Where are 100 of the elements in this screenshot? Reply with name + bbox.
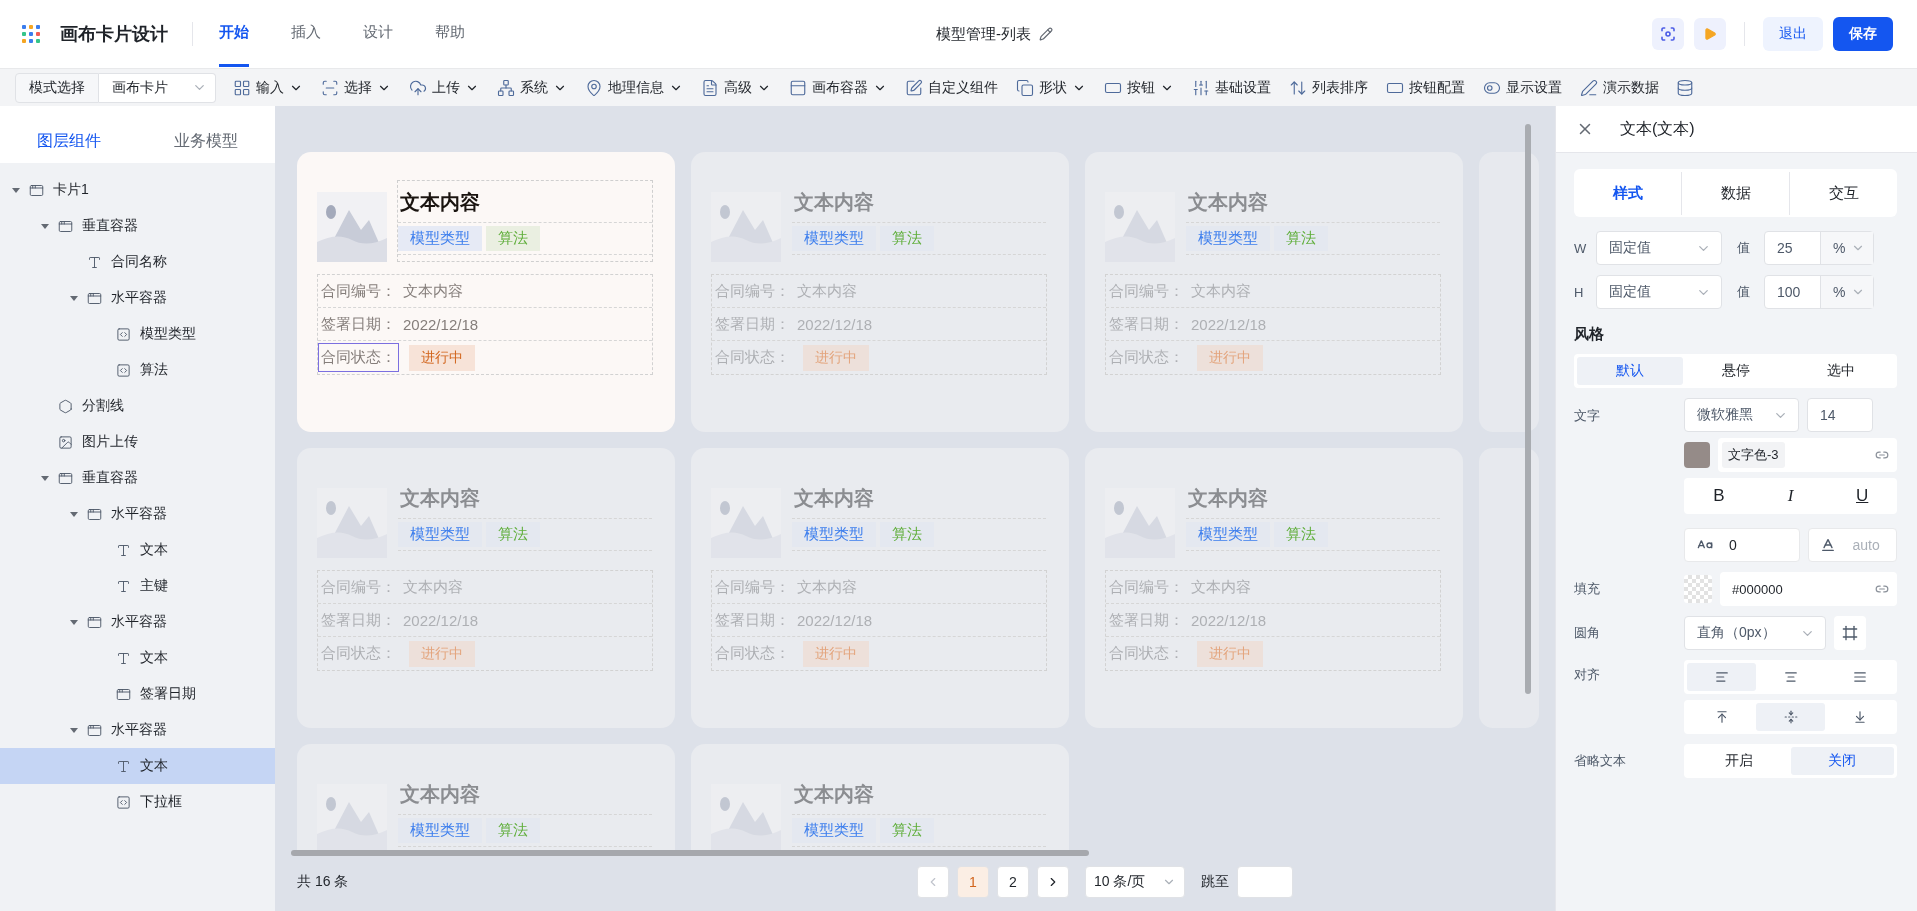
line-height-field[interactable]: auto [1807,528,1897,562]
page-size-select[interactable]: 10 条/页 [1085,866,1185,898]
edit-icon[interactable] [1039,27,1053,41]
mode-select[interactable]: 画布卡片 [99,72,216,103]
link-icon[interactable] [1875,582,1889,596]
fill-field[interactable]: #000000 [1720,572,1897,606]
text-icon [116,650,131,666]
align-left-button[interactable] [1687,663,1756,691]
tree-item[interactable]: 垂直容器 [0,460,275,496]
fill-value: #000000 [1731,581,1783,597]
color-field[interactable]: 文字色-3 [1718,438,1897,472]
tree-item[interactable]: 分割线 [0,388,275,424]
toolbar-item[interactable]: 自定义组件 [896,72,1007,103]
size-mode-select[interactable]: 固定值 [1596,275,1722,309]
menu-tab[interactable]: 帮助 [435,1,465,67]
scrollbar[interactable] [291,850,1089,856]
size-mode-select[interactable]: 固定值 [1596,231,1722,265]
caret-icon[interactable] [70,726,78,734]
jump-input[interactable] [1237,866,1293,898]
scrollbar[interactable] [1525,124,1531,694]
toolbar-item[interactable]: 演示数据 [1571,72,1668,103]
panel-tab[interactable]: 交互 [1790,171,1897,215]
tag: 算法 [880,522,934,547]
toolbar-item[interactable]: 按钮配置 [1377,72,1474,103]
state-tab[interactable]: 选中 [1788,357,1894,385]
tree-item[interactable]: 卡片1 [0,172,275,208]
caret-icon[interactable] [70,510,78,518]
toolbar-item[interactable]: 基础设置 [1183,72,1280,103]
tree-item[interactable]: 签署日期 [0,676,275,712]
caret-icon[interactable] [70,294,78,302]
toolbar-item[interactable]: 输入 [224,72,312,103]
corner-button[interactable] [1834,616,1866,650]
state-tab[interactable]: 悬停 [1682,357,1789,385]
toolbar-item[interactable]: 按钮 [1095,72,1183,103]
font-select[interactable]: 微软雅黑 [1684,398,1799,432]
sidebar-tab[interactable]: 业务模型 [137,131,275,163]
state-tab[interactable]: 默认 [1577,357,1683,385]
toolbar-item[interactable]: 地理信息 [576,72,692,103]
toolbar-item[interactable]: 画布容器 [780,72,896,103]
grid-icon [233,78,251,97]
align-middle-button[interactable] [1756,703,1825,731]
panel-tab[interactable]: 数据 [1682,171,1790,215]
card[interactable]: 文本内容 模型类型 算法 合同编号： 文本内容 签署日期： 2022/12/18 合同状态： 进行中 [297,152,675,432]
menu-tab[interactable]: 插入 [291,1,321,67]
field-icon [116,326,131,342]
toggle-option[interactable]: 关闭 [1790,747,1894,775]
font-size-input[interactable]: 14 [1807,398,1873,432]
radius-select[interactable]: 直角（0px） [1684,616,1826,650]
tree-item[interactable]: 水平容器 [0,280,275,316]
sort-icon [1289,78,1307,97]
toolbar-item[interactable]: 上传 [400,72,488,103]
tree-item[interactable]: 算法 [0,352,275,388]
tag: 模型类型 [398,818,482,843]
field-label: 合同状态： [320,643,397,663]
transparent-swatch[interactable] [1684,575,1712,603]
format-button[interactable]: I [1758,481,1823,511]
tree-item[interactable]: 合同名称 [0,244,275,280]
toolbar-item[interactable]: 高级 [692,72,780,103]
caret-icon[interactable] [41,474,49,482]
format-button[interactable]: B [1687,481,1751,511]
save-button[interactable]: 保存 [1833,17,1893,51]
tree-item[interactable]: 模型类型 [0,316,275,352]
caret-icon[interactable] [12,186,20,194]
sidebar-tab[interactable]: 图层组件 [0,131,138,163]
toolbar-item[interactable]: 列表排序 [1280,72,1377,103]
field-value: 文本内容 [403,281,463,301]
caret-icon[interactable] [41,222,49,230]
tree-item[interactable]: 下拉框 [0,784,275,820]
caret-icon[interactable] [70,618,78,626]
tree-item[interactable]: 主键 [0,568,275,604]
letter-spacing-field[interactable]: 0 [1684,528,1800,562]
tree-item[interactable]: 图片上传 [0,424,275,460]
color-swatch[interactable] [1684,442,1710,468]
menu-tab[interactable]: 设计 [363,1,393,67]
toolbar-item[interactable]: 选择 [312,72,400,103]
tree-item[interactable]: 水平容器 [0,604,275,640]
card-title: 文本内容 [1187,486,1269,511]
toolbar-item[interactable]: 形状 [1007,72,1095,103]
format-button[interactable]: U [1830,481,1894,511]
toolbar-item[interactable]: 显示设置 [1474,72,1571,103]
container-icon [58,470,73,486]
tree-item[interactable]: 水平容器 [0,712,275,748]
map-pin-icon [585,78,603,97]
axis-label: H [1574,284,1585,300]
toggle-option[interactable]: 开启 [1687,747,1791,775]
panel-tab[interactable]: 样式 [1574,171,1682,215]
focus-button[interactable] [1652,18,1684,50]
tree-item[interactable]: 文本 [0,532,275,568]
tree-item[interactable]: 文本 [0,640,275,676]
toolbar-item[interactable]: 系统 [488,72,576,103]
exit-button[interactable]: 退出 [1763,17,1823,51]
tree-item[interactable]: 水平容器 [0,496,275,532]
mode-button[interactable]: 模式选择 [15,72,99,103]
page-button[interactable]: 2 [997,866,1029,898]
database-icon[interactable] [1676,78,1694,97]
field-value: 文本内容 [797,281,857,301]
tree-item[interactable]: 文本 [0,748,275,784]
link-icon[interactable] [1875,448,1889,462]
tree-item[interactable]: 垂直容器 [0,208,275,244]
play-button[interactable] [1694,18,1726,50]
